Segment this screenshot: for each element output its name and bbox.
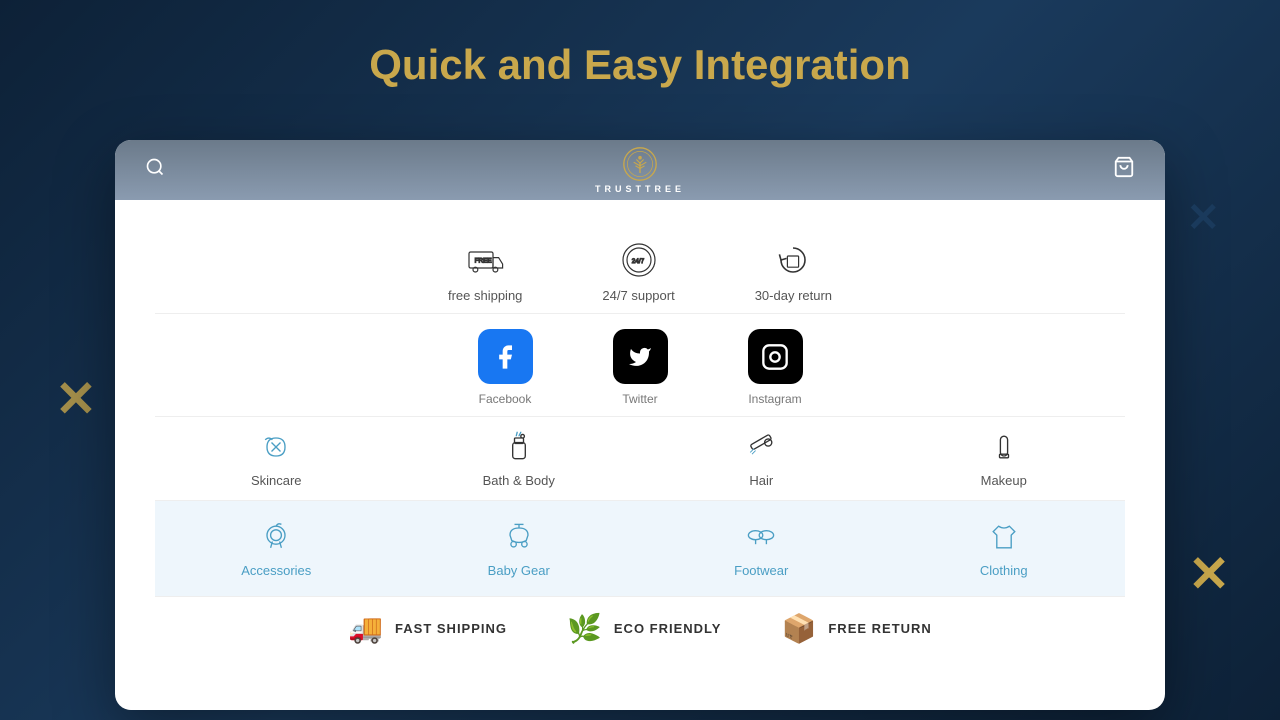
social-twitter[interactable]: Twitter [613,329,668,406]
footwear-label: Footwear [734,563,788,578]
category-skincare[interactable]: Skincare [155,429,398,488]
svg-text:FREE: FREE [475,257,492,264]
title-part2: Easy Integration [584,41,911,88]
feature-support: 24/7 24/7 support [602,240,674,303]
feature-free-shipping: FREE free shipping [448,240,522,303]
category-row-2: Accessories Baby Gear [155,501,1125,597]
facebook-icon-box [478,329,533,384]
fast-shipping-label: FAST SHIPPING [395,621,507,636]
accessories-label: Accessories [241,563,311,578]
x-mark-right-bottom: ✕ [1188,545,1230,603]
instagram-label: Instagram [748,392,801,406]
features-row: FREE free shipping 24/7 24/7 support 3 [155,220,1125,314]
truck-icon: 🚚 [348,612,383,645]
bottom-fast-shipping: 🚚 FAST SHIPPING [348,612,507,645]
nav-logo: TRUSTTREE [595,146,685,194]
category-makeup[interactable]: Makeup [883,429,1126,488]
category-bath-body[interactable]: Bath & Body [398,429,641,488]
category-clothing[interactable]: Clothing [883,519,1126,578]
instagram-icon-box [748,329,803,384]
cart-icon[interactable] [1113,156,1135,184]
category-row-1: Skincare Bath & Body Hair [155,417,1125,501]
page-title-area: Quick and Easy Integration [0,0,1280,130]
svg-text:24/7: 24/7 [631,258,644,265]
baby-gear-label: Baby Gear [488,563,550,578]
feature-return: 30-day return [755,240,832,303]
category-baby-gear[interactable]: Baby Gear [398,519,641,578]
social-instagram[interactable]: Instagram [748,329,803,406]
search-icon[interactable] [145,157,165,183]
feature-return-label: 30-day return [755,288,832,303]
category-footwear[interactable]: Footwear [640,519,883,578]
eco-friendly-label: ECO FRIENDLY [614,621,722,636]
twitter-icon-box [613,329,668,384]
facebook-label: Facebook [479,392,532,406]
makeup-label: Makeup [981,473,1027,488]
page-title: Quick and Easy Integration [369,41,911,89]
bath-body-label: Bath & Body [483,473,555,488]
social-row: Facebook Twitter Instagr [155,314,1125,417]
category-accessories[interactable]: Accessories [155,519,398,578]
x-mark-left: ✕ [55,370,97,428]
nav-header: TRUSTTREE [115,140,1165,200]
feature-support-label: 24/7 support [602,288,674,303]
skincare-label: Skincare [251,473,302,488]
clothing-label: Clothing [980,563,1028,578]
feature-free-shipping-label: free shipping [448,288,522,303]
content-area: FREE free shipping 24/7 24/7 support 3 [115,200,1165,675]
box-return-icon: 📦 [781,612,816,645]
leaf-icon: 🌿 [567,612,602,645]
x-mark-right-top: ✕ [1186,195,1220,241]
free-return-label: FREE RETURN [828,621,931,636]
social-facebook[interactable]: Facebook [478,329,533,406]
category-hair[interactable]: Hair [640,429,883,488]
nav-logo-text: TRUSTTREE [595,184,685,194]
bottom-features: 🚚 FAST SHIPPING 🌿 ECO FRIENDLY 📦 FREE RE… [155,597,1125,655]
twitter-label: Twitter [622,392,657,406]
hair-label: Hair [749,473,773,488]
bottom-eco-friendly: 🌿 ECO FRIENDLY [567,612,721,645]
title-part1: Quick and [369,41,572,88]
browser-window: TRUSTTREE FREE free shipping [115,140,1165,710]
bottom-free-return: 📦 FREE RETURN [781,612,931,645]
